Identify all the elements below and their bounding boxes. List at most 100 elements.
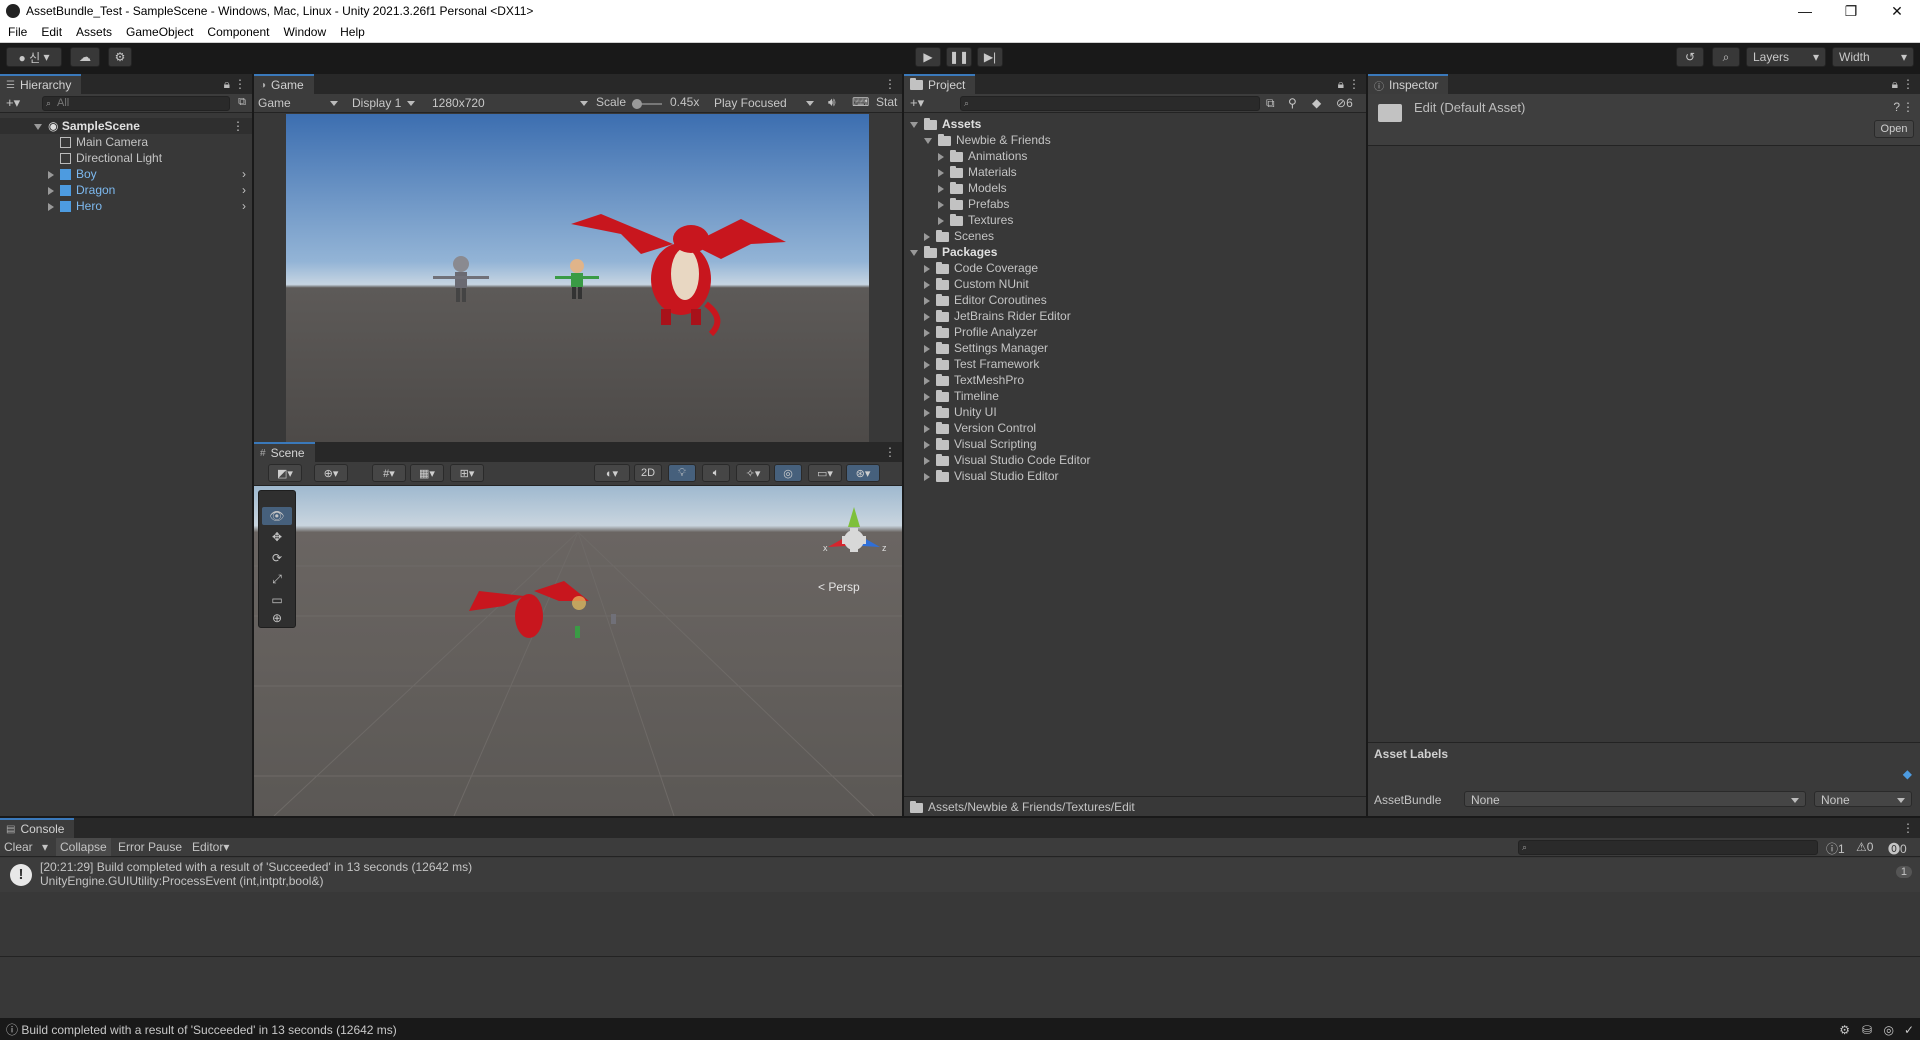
expand-arrow-icon[interactable] xyxy=(924,344,930,353)
expand-arrow-icon[interactable] xyxy=(48,186,54,195)
scene-viewport[interactable]: 👁︎ ✥ ⟳ ⤢ ▭ ⊕ x z < Persp xyxy=(254,486,902,816)
account-dropdown[interactable]: ● 신 ▾ xyxy=(6,47,62,67)
project-tree-item[interactable]: Scenes xyxy=(904,228,1366,244)
menu-file[interactable]: File xyxy=(8,25,27,39)
play-mode-dropdown[interactable]: Play Focused xyxy=(714,95,818,111)
gizmos-dropdown[interactable]: ⊛▾ xyxy=(846,464,880,482)
project-tree-item[interactable]: Visual Studio Editor xyxy=(904,468,1366,484)
2d-toggle[interactable]: 2D xyxy=(634,464,662,482)
clear-options-icon[interactable]: ▾ xyxy=(42,840,48,854)
scale-tool-icon[interactable]: ⤢ xyxy=(262,570,292,588)
project-tree-item[interactable]: Prefabs xyxy=(904,196,1366,212)
display-dropdown[interactable]: Display 1 xyxy=(352,95,426,111)
global-dropdown[interactable]: ⊕▾ xyxy=(314,464,348,482)
layout-dropdown[interactable]: Width ▾ xyxy=(1832,47,1914,67)
expand-arrow-icon[interactable] xyxy=(938,168,944,177)
info-count-toggle[interactable]: ⓘ1 xyxy=(1826,840,1845,857)
project-tree-item[interactable]: Test Framework xyxy=(904,356,1366,372)
expand-arrow-icon[interactable] xyxy=(924,137,932,144)
hierarchy-item-boy[interactable]: Boy › xyxy=(0,166,252,182)
label-tag-icon[interactable]: ◆ xyxy=(1903,767,1912,781)
menu-edit[interactable]: Edit xyxy=(41,25,62,39)
tab-scene[interactable]: # Scene xyxy=(254,442,315,462)
panel-menu-icon[interactable]: ⋮ xyxy=(884,77,896,91)
chevron-right-icon[interactable]: › xyxy=(242,166,246,182)
scene-menu-icon[interactable]: ⋮ xyxy=(232,118,244,134)
hierarchy-search-input[interactable]: ⌕ All xyxy=(42,96,230,111)
console-message-row[interactable]: ! [20:21:29] Build completed with a resu… xyxy=(0,858,1920,892)
effects-dropdown[interactable]: ✧▾ xyxy=(736,464,770,482)
orientation-gizmo[interactable] xyxy=(814,502,894,572)
grid-snap-dropdown[interactable]: #▾ xyxy=(372,464,406,482)
project-tree-item[interactable]: Version Control xyxy=(904,420,1366,436)
error-count-toggle[interactable]: ⓿0 xyxy=(1888,840,1907,857)
expand-arrow-icon[interactable] xyxy=(34,123,42,130)
menu-window[interactable]: Window xyxy=(283,25,326,39)
cache-icon[interactable]: ⛁ xyxy=(1862,1020,1872,1040)
pause-button[interactable]: ❚❚ xyxy=(946,47,972,67)
project-tree-item[interactable]: Visual Studio Code Editor xyxy=(904,452,1366,468)
settings-menu-icon[interactable]: ⋮ xyxy=(1902,100,1914,114)
transform-tool-icon[interactable]: ⊕ xyxy=(262,609,292,627)
expand-arrow-icon[interactable] xyxy=(910,121,918,128)
close-button[interactable]: ✕ xyxy=(1874,0,1920,22)
search-icon[interactable]: ⌕ xyxy=(1712,47,1740,67)
panel-menu-icon[interactable]: ⋮ xyxy=(1348,77,1360,91)
expand-arrow-icon[interactable] xyxy=(924,360,930,369)
tab-console[interactable]: ▤ Console xyxy=(0,818,75,838)
game-viewport[interactable] xyxy=(254,114,902,442)
panel-menu-icon[interactable]: ⋮ xyxy=(1902,77,1914,91)
project-tree-item[interactable]: Newbie & Friends xyxy=(904,132,1366,148)
project-tree-item[interactable]: Packages xyxy=(904,244,1366,260)
menu-component[interactable]: Component xyxy=(207,25,269,39)
minimize-button[interactable]: — xyxy=(1782,0,1828,22)
expand-arrow-icon[interactable] xyxy=(48,170,54,179)
rect-tool-icon[interactable]: ▭ xyxy=(262,591,292,609)
layers-dropdown[interactable]: Layers ▾ xyxy=(1746,47,1826,67)
visibility-toggle-icon[interactable]: ◎ xyxy=(774,464,802,482)
move-tool-icon[interactable]: ✥ xyxy=(262,528,292,546)
expand-arrow-icon[interactable] xyxy=(938,152,944,161)
project-tree-item[interactable]: Unity UI xyxy=(904,404,1366,420)
panel-menu-icon[interactable]: ⋮ xyxy=(884,445,896,459)
panel-menu-icon[interactable]: ⋮ xyxy=(234,77,246,91)
search-by-label-icon[interactable]: ⚲ xyxy=(1288,96,1297,110)
cloud-icon[interactable]: ☁ xyxy=(70,47,100,67)
project-tree-item[interactable]: Models xyxy=(904,180,1366,196)
project-tree-item[interactable]: Code Coverage xyxy=(904,260,1366,276)
draw-mode-dropdown[interactable]: ◩▾ xyxy=(268,464,302,482)
clear-button[interactable]: Clear xyxy=(4,840,33,854)
project-search-input[interactable]: ⌕ xyxy=(960,96,1260,111)
tag-icon[interactable]: ◆ xyxy=(1312,96,1321,110)
expand-arrow-icon[interactable] xyxy=(48,202,54,211)
scene-row[interactable]: ◉ SampleScene ⋮ xyxy=(0,118,252,134)
search-by-type-icon[interactable]: ⧉ xyxy=(1266,96,1275,111)
project-tree-item[interactable]: Timeline xyxy=(904,388,1366,404)
menu-assets[interactable]: Assets xyxy=(76,25,112,39)
project-tree-item[interactable]: Settings Manager xyxy=(904,340,1366,356)
warning-count-toggle[interactable]: ⚠0 xyxy=(1856,840,1873,854)
progress-icon[interactable]: ✓ xyxy=(1904,1020,1914,1040)
audio-toggle-icon[interactable]: 🔈︎ xyxy=(702,464,730,482)
audio-mute-icon[interactable]: 🔊︎ xyxy=(828,95,836,110)
menu-help[interactable]: Help xyxy=(340,25,365,39)
expand-arrow-icon[interactable] xyxy=(924,408,930,417)
chevron-right-icon[interactable]: › xyxy=(242,182,246,198)
expand-arrow-icon[interactable] xyxy=(924,456,930,465)
expand-arrow-icon[interactable] xyxy=(910,249,918,256)
history-icon[interactable]: ↺ xyxy=(1676,47,1704,67)
project-tree-item[interactable]: Textures xyxy=(904,212,1366,228)
console-search-input[interactable]: ⌕ xyxy=(1518,840,1818,855)
tab-inspector[interactable]: ⓘ Inspector xyxy=(1368,74,1449,94)
menu-gameobject[interactable]: GameObject xyxy=(126,25,193,39)
hierarchy-item-directional-light[interactable]: Directional Light xyxy=(0,150,252,166)
scale-slider[interactable] xyxy=(632,99,662,109)
assetbundle-dropdown[interactable]: None xyxy=(1464,791,1806,807)
create-button[interactable]: +▾ xyxy=(6,95,20,111)
expand-arrow-icon[interactable] xyxy=(938,200,944,209)
expand-arrow-icon[interactable] xyxy=(938,184,944,193)
camera-dropdown[interactable]: ▭▾ xyxy=(808,464,842,482)
expand-arrow-icon[interactable] xyxy=(924,296,930,305)
project-tree-item[interactable]: JetBrains Rider Editor xyxy=(904,308,1366,324)
lock-icon[interactable]: 🔒︎ xyxy=(224,77,230,92)
